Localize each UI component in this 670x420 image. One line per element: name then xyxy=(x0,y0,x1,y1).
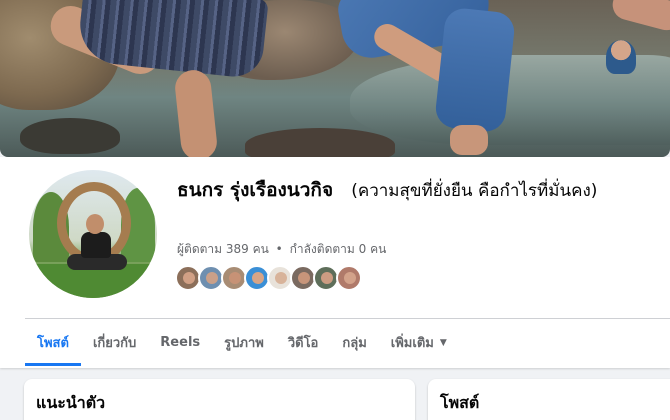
tab-label: เกี่ยวกับ xyxy=(92,336,137,351)
tab-label: Reels xyxy=(160,335,201,350)
profile-name: ธนกร รุ่งเรืองนวกิจ xyxy=(177,179,334,201)
tab-label: รูปภาพ xyxy=(224,336,264,351)
tab-more[interactable]: เพิ่มเติม ▼ xyxy=(379,319,459,366)
cover-leg xyxy=(173,68,219,157)
tab-about[interactable]: เกี่ยวกับ xyxy=(81,319,148,366)
cover-foot xyxy=(450,125,488,155)
profile-name-row: ธนกร รุ่งเรืองนวกิจ (ความสุขที่ยั่งยืน ค… xyxy=(177,177,657,205)
friend-avatar-face xyxy=(252,272,264,284)
cover-rock xyxy=(20,118,120,154)
posts-card: โพสต์ xyxy=(428,379,670,420)
friend-avatar[interactable] xyxy=(336,265,362,291)
friend-avatar-face xyxy=(206,272,218,284)
friend-avatar-face xyxy=(344,272,356,284)
profile-alternate-name: (ความสุขที่ยั่งยืน คือกำไรที่มั่นคง) xyxy=(351,181,598,201)
caret-down-icon: ▼ xyxy=(439,337,447,348)
friend-avatar-face xyxy=(229,272,241,284)
friend-avatar-face xyxy=(275,272,287,284)
cover-child xyxy=(606,40,636,74)
tab-groups[interactable]: กลุ่ม xyxy=(330,319,378,366)
posts-card-title: โพสต์ xyxy=(440,393,480,412)
tab-label: กลุ่ม xyxy=(342,336,367,351)
tab-label: เพิ่มเติม xyxy=(390,336,434,351)
friend-avatar-face xyxy=(321,272,333,284)
cover-jeans xyxy=(433,6,517,134)
avatar-person xyxy=(81,232,111,258)
cover-rock xyxy=(245,128,395,157)
cover-photo[interactable] xyxy=(0,0,670,157)
tab-posts[interactable]: โพสต์ xyxy=(25,319,81,366)
avatar-person xyxy=(86,214,104,234)
tab-label: โพสต์ xyxy=(37,336,69,351)
tab-photos[interactable]: รูปภาพ xyxy=(212,319,276,366)
intro-card: แนะนำตัว xyxy=(24,379,415,420)
following-link[interactable]: กำลังติดตาม 0 คน xyxy=(290,242,387,256)
friend-avatar-face xyxy=(183,272,195,284)
profile-avatar[interactable] xyxy=(25,166,161,302)
intro-card-title: แนะนำตัว xyxy=(36,393,106,412)
friend-avatar-face xyxy=(298,272,310,284)
followers-link[interactable]: ผู้ติดตาม 389 คน xyxy=(177,242,269,256)
profile-tabs: โพสต์ เกี่ยวกับ Reels รูปภาพ วิดีโอ กลุ่… xyxy=(25,319,459,366)
cover-leg xyxy=(609,0,670,34)
separator-dot: • xyxy=(275,242,283,256)
tab-videos[interactable]: วิดีโอ xyxy=(276,319,331,366)
tab-label: วิดีโอ xyxy=(287,336,319,351)
tab-reels[interactable]: Reels xyxy=(148,319,212,366)
follow-stats: ผู้ติดตาม 389 คน • กำลังติดตาม 0 คน xyxy=(177,240,386,259)
friend-avatars xyxy=(175,265,362,291)
